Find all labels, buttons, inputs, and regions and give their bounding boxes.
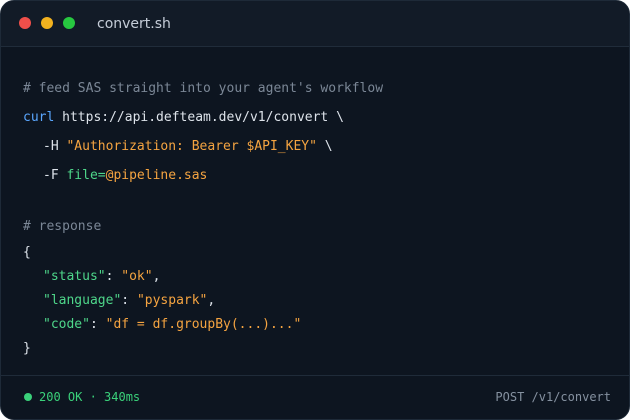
request-url: https://api.defteam.dev/v1/convert \ (54, 110, 344, 125)
close-window-button[interactable] (19, 17, 31, 29)
curl-command: curl (23, 110, 55, 125)
title-bar: convert.sh (1, 1, 629, 47)
request-comment: # feed SAS straight into your agent's wo… (23, 81, 384, 96)
json-separator: : (89, 317, 106, 332)
file-flag: -F (43, 168, 67, 183)
response-comment: # response (23, 219, 102, 234)
status-ok-dot-icon (24, 393, 32, 401)
json-separator: : (121, 293, 137, 308)
json-field: "status": "ok", (23, 267, 160, 287)
endpoint-label: POST /v1/convert (495, 390, 611, 404)
curl-line: curl https://api.defteam.dev/v1/convert … (23, 108, 344, 128)
json-value: "pyspark" (136, 293, 208, 308)
terminal-window: convert.sh # feed SAS straight into your… (0, 0, 630, 420)
json-key: "status" (43, 269, 106, 284)
status-text: 200 OK · 340ms (39, 390, 141, 404)
status-bar: 200 OK · 340ms POST /v1/convert (1, 375, 629, 419)
json-comma: , (152, 269, 161, 284)
json-key: "code" (43, 317, 90, 332)
file-line: -F file=@pipeline.sas (23, 166, 207, 186)
json-value: "df = df.groupBy(...)..." (105, 317, 302, 332)
maximize-window-button[interactable] (63, 17, 75, 29)
window-title: convert.sh (97, 16, 171, 32)
file-value: @pipeline.sas (105, 168, 208, 183)
header-value: "Authorization: Bearer $API_KEY" (66, 139, 317, 154)
json-separator: : (105, 269, 122, 284)
header-flag: -H (43, 139, 67, 154)
json-field: "language": "pyspark", (23, 291, 215, 311)
json-comma: , (207, 293, 216, 308)
header-line: -H "Authorization: Bearer $API_KEY" \ (23, 137, 333, 157)
header-continuation: \ (316, 139, 333, 154)
close-brace: } (23, 341, 31, 356)
json-value: "ok" (121, 269, 153, 284)
minimize-window-button[interactable] (41, 17, 53, 29)
json-key: "language" (43, 293, 122, 308)
open-brace: { (23, 245, 31, 260)
json-field: "code": "df = df.groupBy(...)..." (23, 315, 301, 335)
file-key: file= (66, 168, 106, 183)
